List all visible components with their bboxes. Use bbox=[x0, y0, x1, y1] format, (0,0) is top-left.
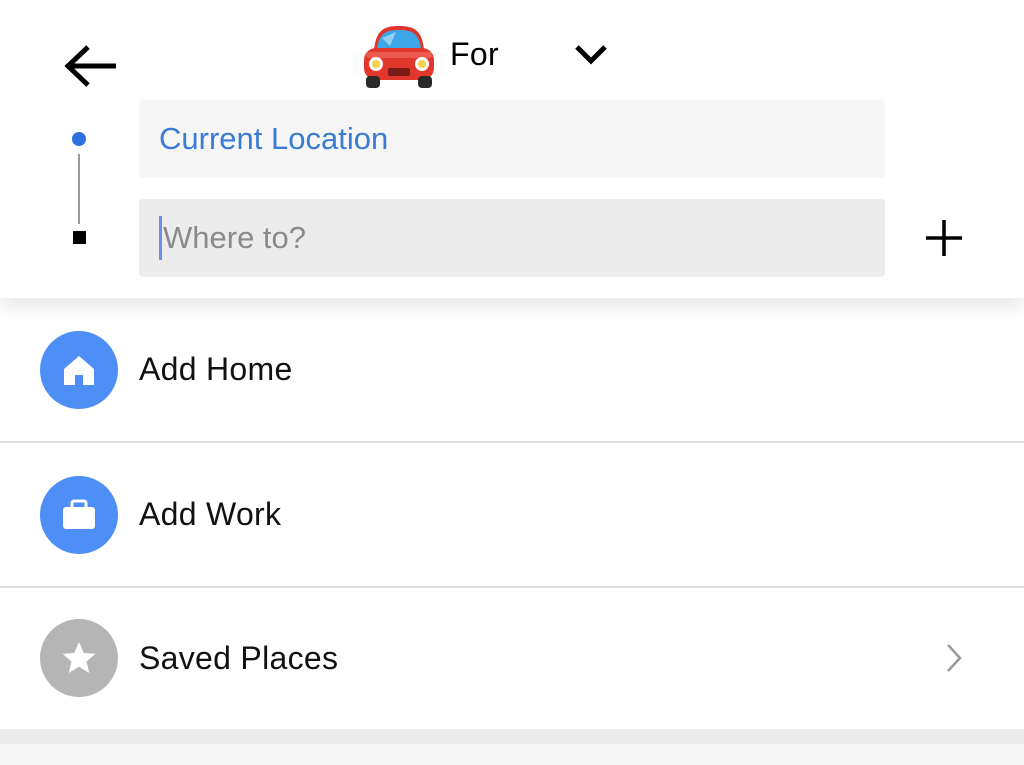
arrow-left-icon bbox=[64, 45, 116, 87]
home-icon bbox=[64, 355, 94, 385]
star-icon-badge bbox=[40, 619, 118, 697]
saved-places-label: Saved Places bbox=[139, 639, 339, 676]
chevron-down-icon bbox=[575, 45, 607, 65]
rider-selector[interactable]: For bbox=[360, 16, 609, 92]
add-stop-button[interactable] bbox=[918, 212, 970, 264]
pickup-dot bbox=[72, 132, 86, 146]
briefcase-icon bbox=[63, 499, 95, 529]
add-work-label: Add Work bbox=[139, 496, 282, 532]
saved-places-list: Add Home Add Work Saved Places bbox=[0, 298, 1024, 728]
rider-label: For bbox=[450, 35, 499, 72]
star-icon bbox=[62, 642, 96, 673]
destination-marker bbox=[73, 231, 86, 244]
home-icon-badge bbox=[40, 330, 118, 409]
add-home-label: Add Home bbox=[139, 351, 293, 387]
plus-icon bbox=[926, 220, 962, 256]
list-item-add-home[interactable]: Add Home bbox=[0, 298, 1024, 443]
route-connector bbox=[78, 154, 80, 224]
destination-screen: For Current Location Where to? Add Home … bbox=[0, 0, 1024, 765]
list-item-add-work[interactable]: Add Work bbox=[0, 443, 1024, 588]
pickup-input[interactable]: Current Location bbox=[139, 100, 885, 178]
list-item-saved-places[interactable]: Saved Places bbox=[0, 588, 1024, 728]
destination-placeholder: Where to? bbox=[163, 220, 307, 255]
text-cursor bbox=[159, 216, 162, 260]
briefcase-icon-badge bbox=[40, 475, 118, 554]
back-button[interactable] bbox=[58, 34, 122, 98]
car-icon bbox=[364, 26, 434, 88]
destination-input[interactable]: Where to? bbox=[139, 199, 885, 277]
trip-header: For Current Location Where to? bbox=[0, 0, 1024, 298]
section-background bbox=[0, 744, 1024, 765]
chevron-right-icon bbox=[947, 644, 962, 672]
pickup-value: Current Location bbox=[159, 121, 389, 156]
